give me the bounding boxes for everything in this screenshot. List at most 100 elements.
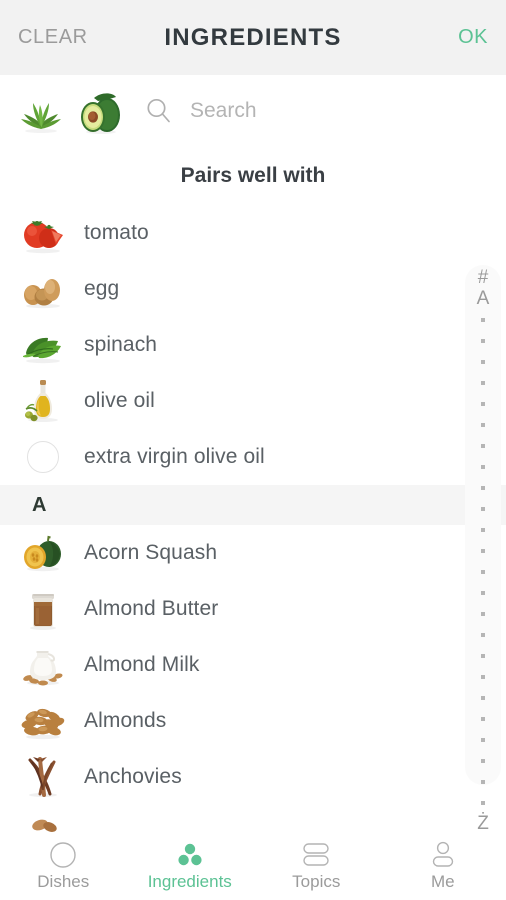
list-item[interactable]: spinach [0,317,506,373]
list-item[interactable]: Almond Butter [0,581,506,637]
scrubber-dot[interactable] [481,372,485,393]
section-header-a: A [0,485,506,525]
scrubber-dot-mark [481,443,485,448]
ingredient-list[interactable]: tomato egg spinach olive oil extra virgi… [0,205,506,832]
scrubber-dot[interactable] [481,351,485,372]
two-pills-icon [299,840,333,870]
scrubber-dot[interactable] [481,498,485,519]
tab-label: Me [430,872,455,891]
scrubber-dot[interactable] [481,771,485,792]
acorn-squash-thumbnail [14,529,72,577]
scrubber-dot-mark [481,590,485,595]
scrubber-dot-mark [481,380,485,385]
almond-butter-thumbnail [14,585,72,633]
placeholder-circle-icon [14,433,72,481]
scrubber-dot-mark [481,422,485,427]
scrubber-dot-mark [481,716,485,721]
scrubber-dot-mark [481,317,485,322]
scrubber-entry-hash[interactable]: # [465,267,501,288]
scrubber-dot[interactable] [481,456,485,477]
search-bar: Search [0,75,506,147]
almonds-thumbnail [14,697,72,745]
list-item-label: Almond Milk [84,653,200,676]
tab-ingredients[interactable]: Ingredients [127,832,254,892]
alphabet-index-scrubber[interactable]: # A Ż [465,265,501,834]
scrubber-dot-mark [481,695,485,700]
list-item-label: egg [84,277,120,300]
scrubber-dot-mark [481,569,485,574]
scrubber-dot[interactable] [481,603,485,624]
bottom-tab-bar: Dishes Ingredients Topics Me [0,832,506,900]
scrubber-dot-mark [481,758,485,763]
scrubber-dot[interactable] [481,519,485,540]
scrubber-dot-mark [481,653,485,658]
scrubber-dot[interactable] [481,666,485,687]
list-item[interactable] [0,805,506,832]
selected-chip-arugula[interactable] [14,86,68,136]
selected-chip-avocado[interactable] [74,86,128,136]
list-item[interactable]: tomato [0,205,506,261]
scrubber-dot[interactable] [481,435,485,456]
list-item[interactable]: Almond Milk [0,637,506,693]
navigation-bar: CLEAR INGREDIENTS OK [0,0,506,75]
list-item-label: Almonds [84,709,167,732]
circle-outline-icon [48,840,78,870]
tab-topics[interactable]: Topics [253,832,380,892]
clear-button[interactable]: CLEAR [18,26,88,49]
three-dots-triangle-icon [175,840,205,870]
list-item[interactable]: olive oil [0,373,506,429]
scrubber-dot[interactable] [481,750,485,771]
olive-oil-thumbnail [14,377,72,425]
scrubber-dot[interactable] [481,792,485,813]
scrubber-collapsed-dots[interactable] [481,309,485,813]
scrubber-dot-mark [481,737,485,742]
app-screen: CLEAR INGREDIENTS OK Search Pairs well w… [0,0,506,900]
scrubber-dot[interactable] [481,309,485,330]
scrubber-dot[interactable] [481,708,485,729]
tab-dishes[interactable]: Dishes [0,832,127,892]
scrubber-dot-mark [481,527,485,532]
next-item-thumbnail [14,809,72,832]
scrubber-dot[interactable] [481,687,485,708]
scrubber-dot[interactable] [481,330,485,351]
scrubber-dot[interactable] [481,582,485,603]
tab-label: Ingredients [147,872,232,891]
scrubber-dot-mark [481,338,485,343]
list-item[interactable]: Anchovies [0,749,506,805]
scrubber-dot-mark [481,485,485,490]
scrubber-entry-a[interactable]: A [465,288,501,309]
scrubber-dot-mark [481,632,485,637]
list-item[interactable]: Almonds [0,693,506,749]
scrubber-dot-mark [481,611,485,616]
arugula-thumbnail [21,103,61,133]
scrubber-dot-mark [481,506,485,511]
tab-me[interactable]: Me [380,832,506,892]
scrubber-dot[interactable] [481,624,485,645]
list-item-label: spinach [84,333,158,356]
almond-milk-thumbnail [14,641,72,689]
list-item[interactable]: Acorn Squash [0,525,506,581]
scrubber-dot[interactable] [481,645,485,666]
scrubber-dot[interactable] [481,477,485,498]
ok-button[interactable]: OK [458,26,488,49]
search-icon[interactable] [142,94,176,128]
scrubber-dot-mark [481,674,485,679]
search-input[interactable]: Search [190,99,257,123]
scrubber-entry-zdot[interactable]: Ż [465,813,501,834]
list-item[interactable]: extra virgin olive oil [0,429,506,485]
list-item-label: Almond Butter [84,597,219,620]
scrubber-dot[interactable] [481,393,485,414]
scrubber-dot-mark [481,800,485,805]
scrubber-dot-mark [481,401,485,406]
egg-thumbnail [14,265,72,313]
scrubber-dot[interactable] [481,729,485,750]
scrubber-label: A [476,288,490,309]
scrubber-dot[interactable] [481,414,485,435]
tab-label: Topics [292,872,341,891]
list-item[interactable]: egg [0,261,506,317]
list-item-label: Anchovies [84,765,182,788]
scrubber-label: Ż [477,813,489,834]
scrubber-dot[interactable] [481,540,485,561]
scrubber-dot[interactable] [481,561,485,582]
list-item-label: Acorn Squash [84,541,218,564]
